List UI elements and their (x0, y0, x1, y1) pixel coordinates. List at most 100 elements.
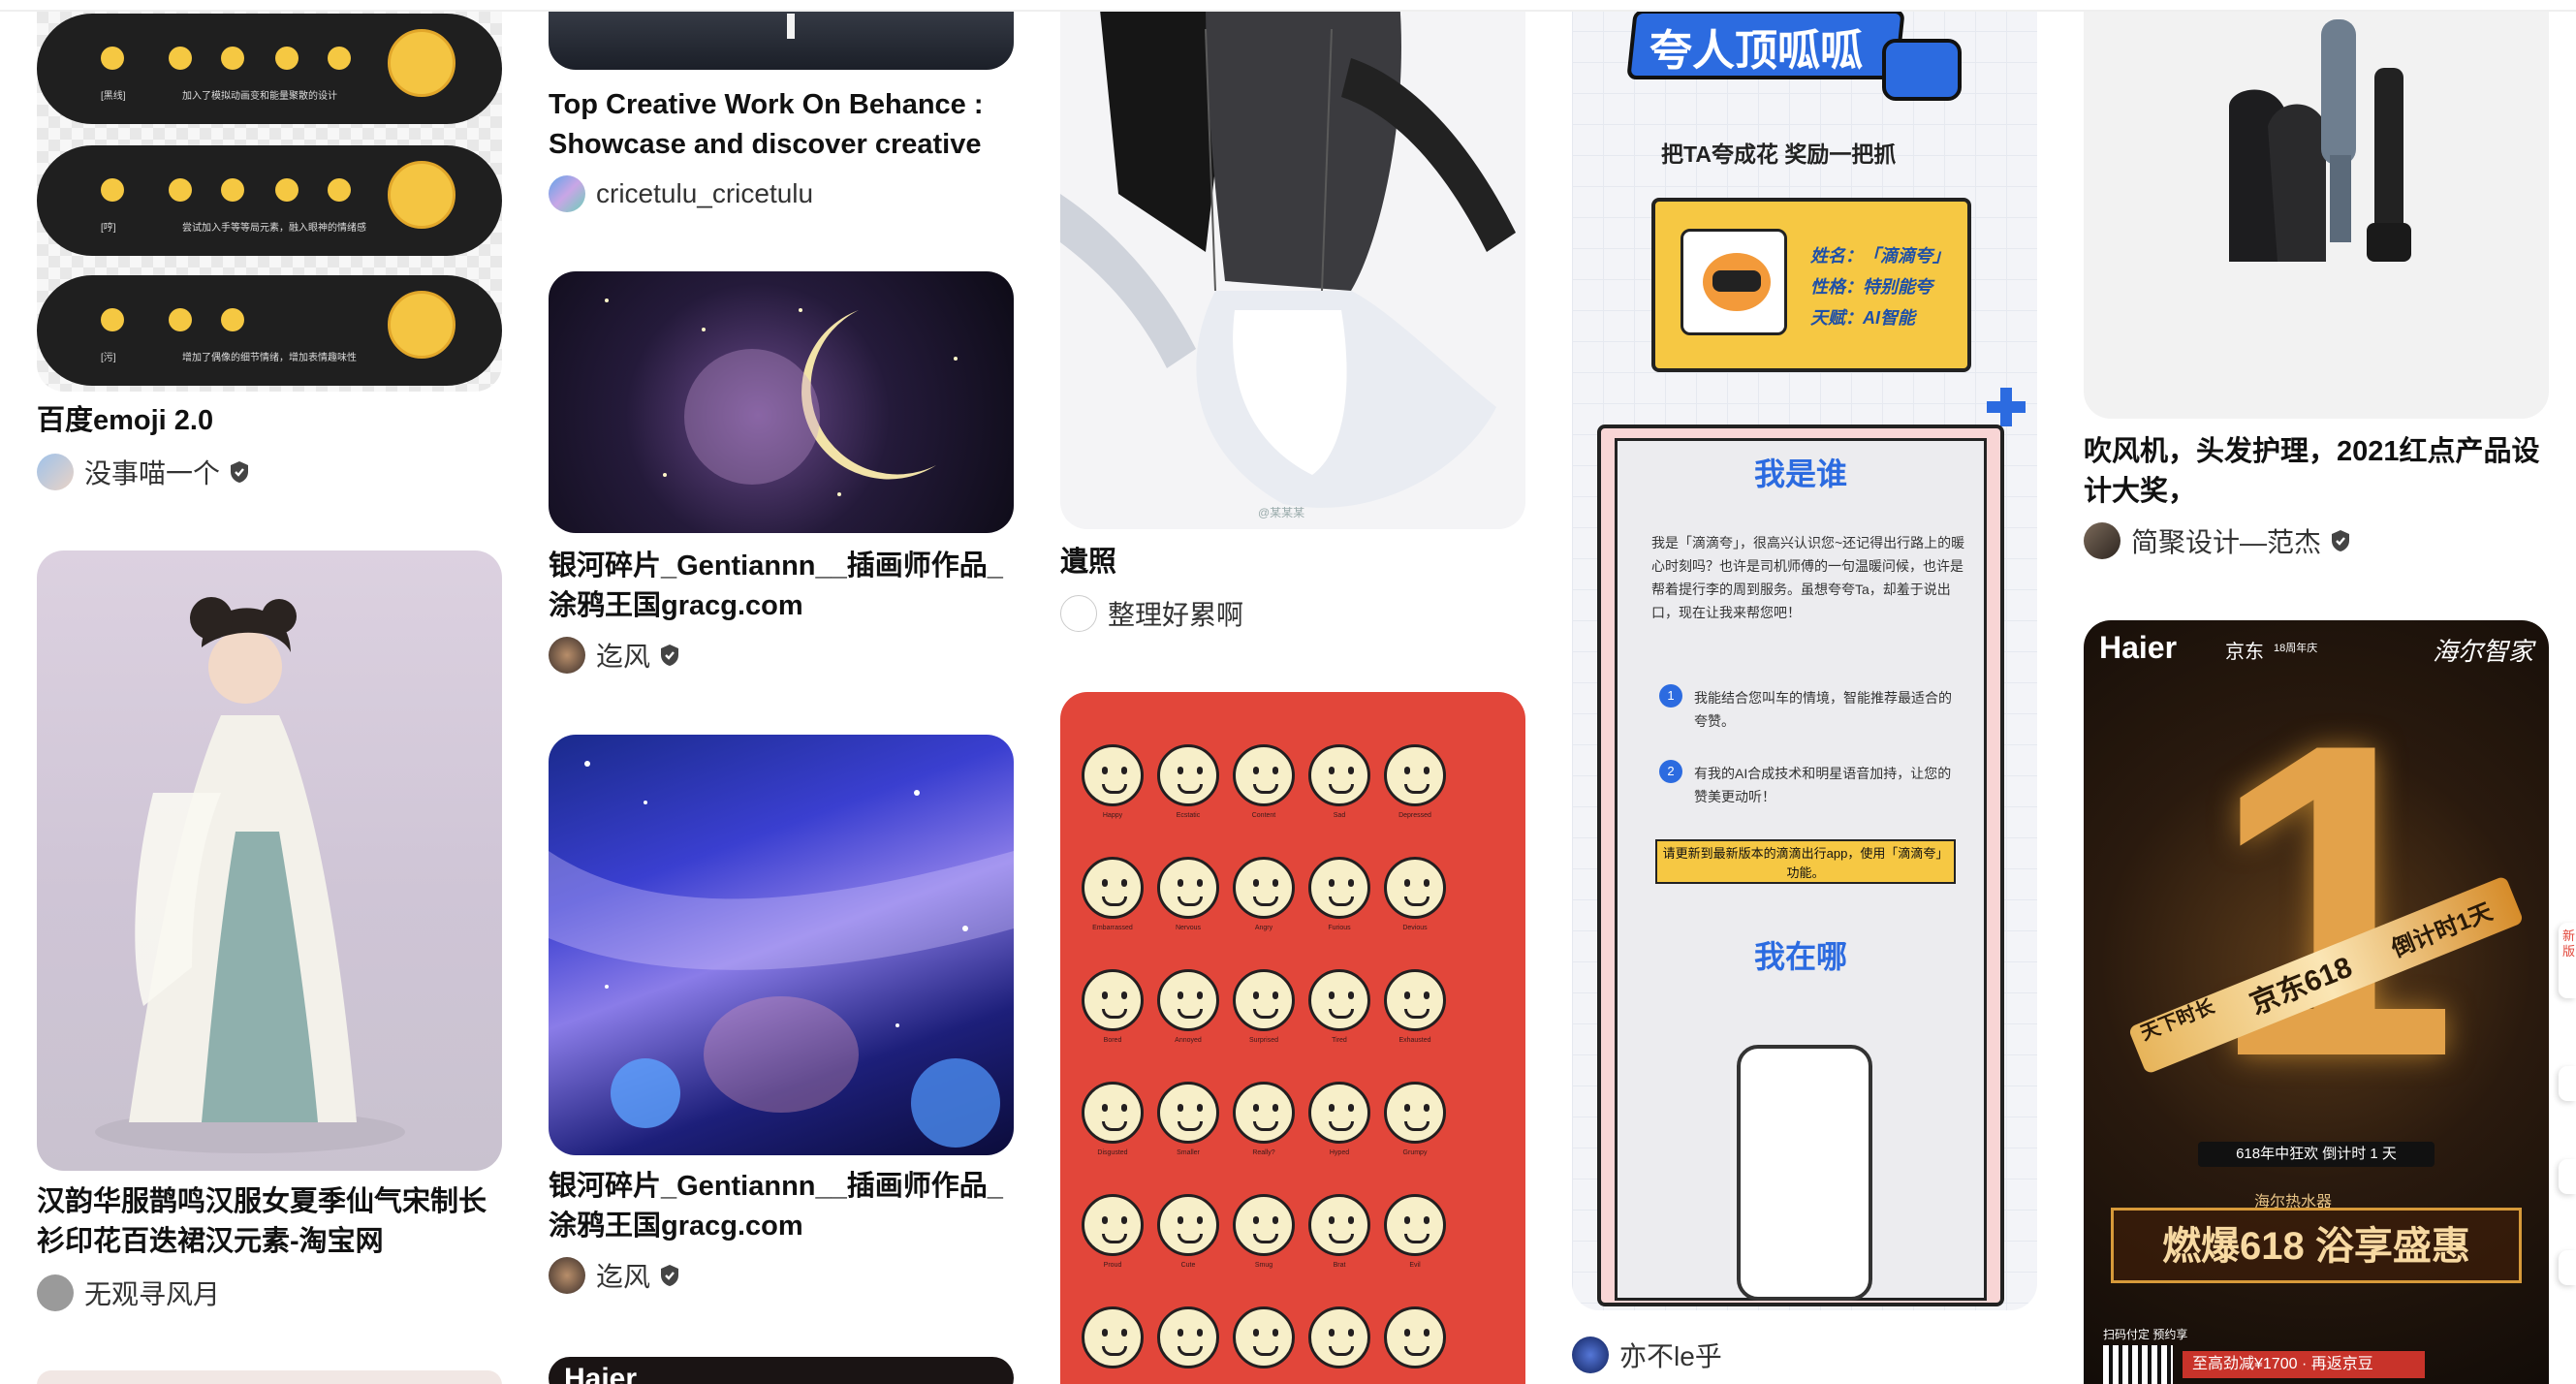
pin-title[interactable]: 银河碎片_Gentiannn__插画师作品_涂鸦王国gracg.com (549, 547, 1014, 626)
emoticon-label: Surprised (1249, 1037, 1278, 1044)
author-name[interactable]: cricetulu_cricetulu (596, 178, 813, 209)
verified-badge-icon (2332, 530, 2350, 551)
emoticon-face-icon (1082, 969, 1144, 1031)
side-control[interactable] (2559, 1066, 2576, 1101)
scan-hint: 扫码付定 预约享 (2103, 1328, 2188, 1341)
moon-illustration (605, 299, 958, 496)
emoticon-face-icon (1308, 1306, 1370, 1368)
emoji-tag: [污] (101, 353, 116, 363)
brand-logo: Haier (2099, 630, 2178, 665)
emoticon-face-icon (1082, 1082, 1144, 1144)
avatar[interactable] (1572, 1337, 1609, 1373)
author-name[interactable]: 整理好累啊 (1108, 594, 1243, 633)
emoticon-label: Hyped (1329, 1149, 1350, 1156)
maid-illustration (1060, 0, 1516, 508)
author-name[interactable]: 迄风 (596, 636, 650, 675)
emoticon-face-icon (1308, 857, 1370, 919)
emoticon-face-icon (1233, 1194, 1295, 1256)
speech-bubble-icon (1882, 39, 1962, 101)
avatar[interactable] (37, 454, 74, 490)
emoji-face-icon (388, 291, 456, 359)
pin-image[interactable]: Haier (549, 1357, 1014, 1384)
pin-author[interactable]: 无观寻风月 (37, 1274, 220, 1312)
promo-banner: 至高劲减¥1700 · 再返京豆 (2183, 1351, 2425, 1378)
side-label: 新版 (2562, 928, 2576, 959)
pin-image[interactable]: [黑线] 加入了模拟动画变和能量聚散的设计 [哼] 尝试加入手等等局元素，融入眼… (37, 0, 502, 392)
avatar[interactable] (1060, 595, 1097, 632)
galaxy-illustration (549, 761, 1014, 1148)
emoticon-label: Grumpy (1402, 1149, 1428, 1156)
author-name[interactable]: 没事喵一个 (84, 453, 220, 491)
hanfu-figure (95, 597, 405, 1153)
emoticon-face-icon (1233, 744, 1295, 806)
pin-author[interactable]: 迄风 (549, 1256, 680, 1295)
intro-text: 我是「滴滴夸」，很高兴认识您~还记得出行路上的暖心时刻吗？也许是司机师傅的一句温… (1651, 535, 1965, 620)
brand-logo: Haier (564, 1363, 638, 1384)
emoji-face-icon (388, 161, 456, 229)
pin-title[interactable]: 遺照 (1060, 543, 1525, 582)
emoticon-face-icon (1233, 1082, 1295, 1144)
verified-badge-icon (661, 1265, 679, 1286)
pin-image[interactable]: Haier 京东 18周年庆 海尔智家 1 天下时长 京东618 倒计时1天 6… (2084, 620, 2549, 1384)
pin-title[interactable]: 汉韵华服鹊鸣汉服女夏季仙气宋制长衫印花百迭裙汉元素-淘宝网 (37, 1182, 502, 1262)
emoji-desc: 加入了模拟动画变和能量聚散的设计 (182, 91, 337, 102)
emoticon-face-icon (1384, 857, 1446, 919)
side-control[interactable] (2559, 1250, 2576, 1285)
side-control[interactable] (2559, 1159, 2576, 1194)
pin-author[interactable]: 亦不le乎 (1572, 1336, 1722, 1374)
emoticon-face-icon (1308, 1194, 1370, 1256)
pin-title[interactable]: 百度emoji 2.0 (37, 401, 502, 441)
author-name[interactable]: 无观寻风月 (84, 1274, 220, 1312)
pin-image[interactable] (2084, 0, 2549, 419)
pin-image[interactable]: @某某某 (1060, 0, 1525, 529)
robot-mascot-icon (1681, 229, 1787, 335)
emoticon-label: Smaller (1177, 1149, 1200, 1156)
pin-image[interactable] (549, 735, 1014, 1155)
author-name[interactable]: 迄风 (596, 1256, 650, 1295)
emoticon-label: Sad (1333, 812, 1346, 819)
pin-image[interactable] (549, 271, 1014, 533)
pin-author[interactable]: cricetulu_cricetulu (549, 174, 813, 213)
avatar[interactable] (2084, 522, 2120, 559)
emoticon-face-icon (1082, 857, 1144, 919)
emoticon-face-icon (1384, 1082, 1446, 1144)
avatar[interactable] (549, 175, 585, 212)
emoji-desc: 尝试加入手等等局元素，融入眼神的情绪感 (182, 223, 366, 234)
feature-text: 我能结合您叫车的情境，智能推荐最适合的夸赞。 (1694, 690, 1952, 729)
mascot-personality: 性格：特别能夸 (1810, 277, 1932, 297)
pin-title[interactable]: 银河碎片_Gentiannn__插画师作品_涂鸦王国gracg.com (549, 1167, 1014, 1246)
pin-author[interactable]: 迄风 (549, 636, 680, 675)
side-floating-button[interactable]: 新版 (2559, 923, 2576, 998)
emoticon-label: Angry (1254, 925, 1273, 931)
emoji-row: [哼] 尝试加入手等等局元素，融入眼神的情绪感 (37, 145, 502, 256)
author-name[interactable]: 亦不le乎 (1619, 1336, 1722, 1374)
emoticon-face-icon (1082, 744, 1144, 806)
avatar[interactable] (37, 1274, 74, 1311)
emoticon-face-icon (1157, 969, 1219, 1031)
pin-image[interactable]: 夸人顶呱呱 把TA夸成花 奖励一把抓 姓名：「滴滴夸」 性格：特别能夸 天赋：A… (1572, 0, 2037, 1310)
plus-icon (1987, 388, 2026, 426)
pin-author[interactable]: 没事喵一个 (37, 453, 250, 491)
headline: 燃爆618 浴享盛惠 (2111, 1208, 2522, 1283)
pin-title[interactable]: 吹风机，头发护理，2021红点产品设计大奖， (2084, 432, 2549, 512)
pin-author[interactable]: 简聚设计—范杰 (2084, 521, 2351, 560)
pin-image[interactable] (37, 550, 502, 1171)
emoticon-label: Devious (1402, 925, 1428, 931)
top-nav-divider (0, 0, 2576, 12)
author-name[interactable]: 简聚设计—范杰 (2131, 521, 2321, 560)
avatar[interactable] (549, 637, 585, 674)
emoticon-face-icon (1082, 1306, 1144, 1368)
watermark: @某某某 (1258, 506, 1305, 519)
emoticon-label: Smug (1254, 1262, 1273, 1269)
pin-image[interactable]: Happy Ecstatic Content Sad Depressed Embarras… (1060, 692, 1525, 1384)
emoji-desc: 增加了偶像的细节情绪，增加表情趣味性 (182, 353, 357, 363)
emoticon-face-icon (1157, 857, 1219, 919)
pin-title[interactable]: Top Creative Work On Behance : Showcase … (549, 85, 1014, 165)
emoticon-face-icon (1384, 1306, 1446, 1368)
emoji-face-icon (388, 29, 456, 97)
update-notice: 请更新到最新版本的滴滴出行app，使用「滴滴夸」功能。 (1655, 839, 1956, 884)
pin-author[interactable]: 整理好累啊 (1060, 594, 1243, 633)
pin-image[interactable] (37, 1370, 502, 1384)
emoticon-face-icon (1157, 1082, 1219, 1144)
avatar[interactable] (549, 1257, 585, 1294)
